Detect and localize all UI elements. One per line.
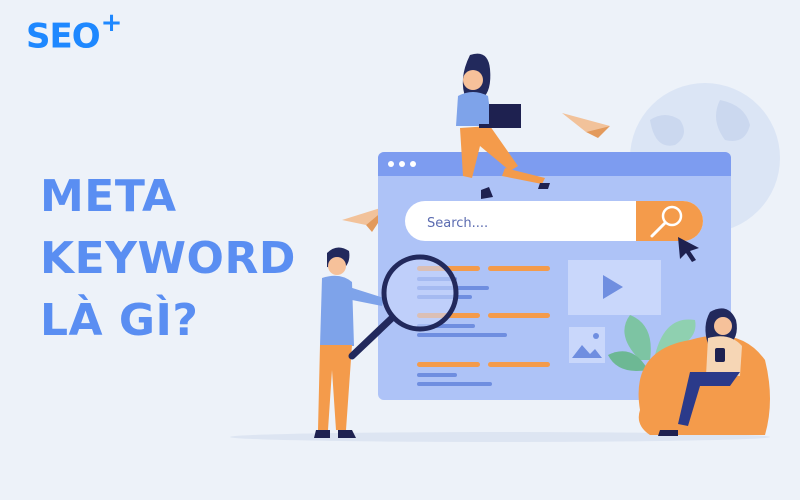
paper-plane-icon bbox=[562, 113, 610, 138]
video-thumbnail[interactable] bbox=[568, 260, 661, 315]
window-control-dots bbox=[388, 161, 416, 167]
image-icon[interactable] bbox=[569, 327, 605, 363]
search-input-text[interactable]: Search.... bbox=[427, 216, 488, 231]
seo-illustration: Search.... bbox=[230, 53, 780, 442]
